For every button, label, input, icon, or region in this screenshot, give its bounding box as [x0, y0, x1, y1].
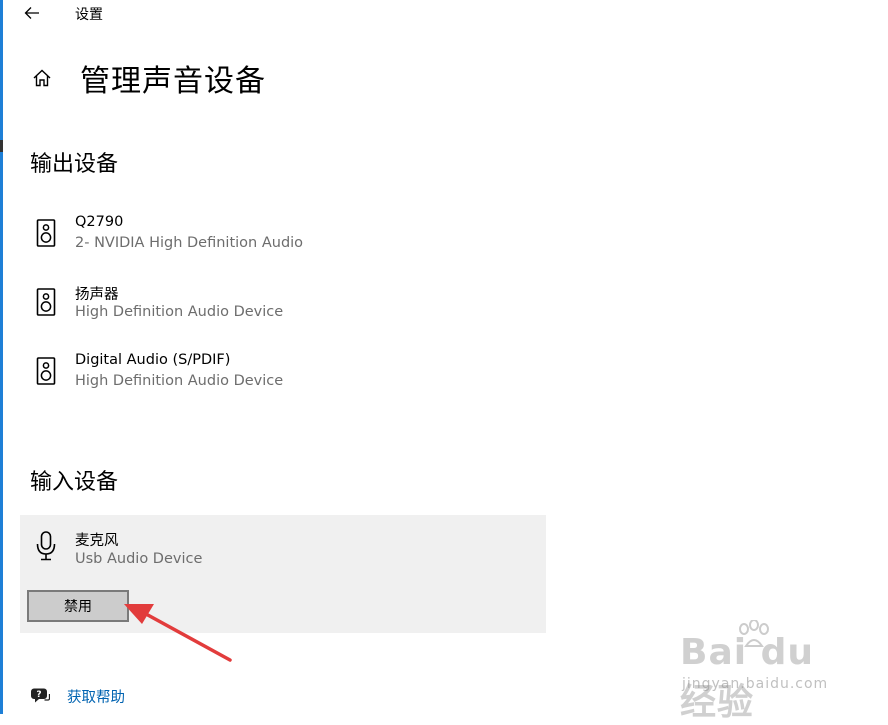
svg-text:?: ?: [36, 690, 41, 700]
device-description: High Definition Audio Device: [75, 304, 284, 320]
home-icon: [33, 69, 51, 87]
output-device-speaker[interactable]: 扬声器 High Definition Audio Device: [20, 280, 545, 336]
window-title: 设置: [75, 7, 103, 23]
output-device-digital-audio[interactable]: Digital Audio (S/PDIF) High Definition A…: [20, 349, 545, 405]
baidu-watermark: Bai du 经验 jingyan.baidu.com: [676, 620, 846, 723]
title-bar: 设置: [0, 0, 888, 28]
window-edge-handle: [0, 140, 3, 152]
disable-button[interactable]: 禁用: [27, 590, 129, 622]
microphone-icon: [36, 531, 56, 561]
window-left-edge: [0, 0, 3, 714]
speaker-icon: [36, 288, 56, 316]
speaker-icon: [36, 357, 56, 385]
page-title: 管理声音设备: [80, 64, 266, 99]
back-button[interactable]: [18, 0, 46, 26]
device-description: Usb Audio Device: [75, 551, 203, 567]
annotation-arrow: [124, 604, 232, 662]
device-name: Digital Audio (S/PDIF): [75, 352, 231, 368]
watermark-url: jingyan.baidu.com: [682, 676, 829, 692]
get-help-link[interactable]: 获取帮助: [67, 686, 125, 707]
speaker-icon: [36, 219, 56, 247]
output-device-q2790[interactable]: Q2790 2- NVIDIA High Definition Audio: [20, 211, 545, 267]
home-button[interactable]: [28, 64, 56, 92]
input-device-microphone[interactable]: 麦克风 Usb Audio Device 禁用: [20, 515, 546, 633]
input-devices-heading: 输入设备: [30, 470, 119, 495]
device-description: High Definition Audio Device: [75, 373, 284, 389]
output-devices-heading: 输出设备: [30, 152, 119, 177]
back-arrow-icon: [24, 7, 39, 19]
device-description: 2- NVIDIA High Definition Audio: [75, 235, 304, 251]
device-name: 扬声器: [75, 287, 119, 303]
device-name: 麦克风: [75, 533, 119, 549]
device-name: Q2790: [75, 214, 124, 230]
help-chat-icon: ?: [31, 688, 50, 703]
get-help-row[interactable]: ? 获取帮助: [30, 684, 125, 708]
